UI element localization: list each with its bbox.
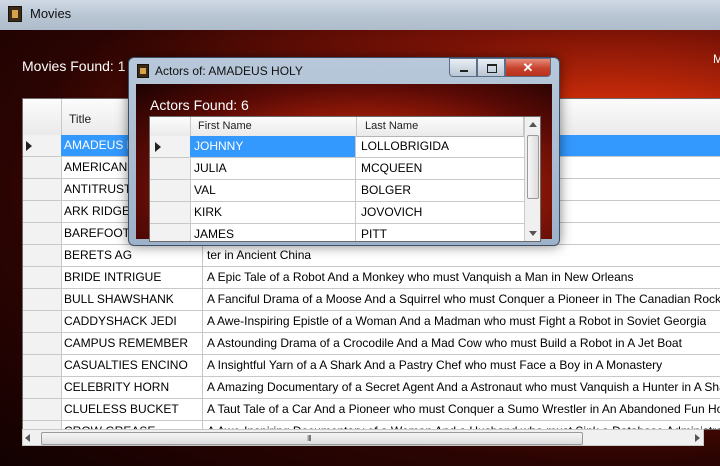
row-selector[interactable] <box>23 267 62 288</box>
movies-found-label: Movies Found: 1 <box>22 58 126 74</box>
scrollbar-thumb[interactable]: III <box>41 432 583 445</box>
scroll-up-icon[interactable] <box>529 122 537 127</box>
row-selector[interactable] <box>23 245 62 266</box>
current-row-arrow-icon <box>26 141 32 151</box>
current-row-arrow-icon <box>155 142 161 152</box>
actor-row[interactable]: VAL BOLGER <box>150 180 524 202</box>
description-cell[interactable]: ter in Ancient China <box>204 245 720 266</box>
title-bar[interactable]: Movies <box>0 0 720 30</box>
last-name-cell[interactable]: BOLGER <box>357 180 524 201</box>
title-cell[interactable]: CAMPUS REMEMBER <box>61 333 203 354</box>
row-selector[interactable] <box>23 289 62 310</box>
row-selector[interactable] <box>150 158 191 179</box>
row-selector[interactable] <box>150 224 191 241</box>
title-cell[interactable]: CASUALTIES ENCINO <box>61 355 203 376</box>
actors-grid-header: First Name Last Name <box>150 117 540 137</box>
description-cell[interactable]: A Amazing Documentary of a Secret Agent … <box>204 377 720 398</box>
title-cell[interactable]: CLUELESS BUCKET <box>61 399 203 420</box>
scroll-right-icon[interactable] <box>695 434 700 442</box>
description-cell[interactable]: A Awe-Inspiring Epistle of a Woman And a… <box>204 311 720 332</box>
row-selector[interactable] <box>23 201 62 222</box>
row-selector[interactable] <box>23 399 62 420</box>
table-row[interactable]: CADDYSHACK JEDI A Awe-Inspiring Epistle o… <box>23 311 720 333</box>
dialog-title: Actors of: AMADEUS HOLY <box>155 64 303 78</box>
table-row[interactable]: CELEBRITY HORN A Amazing Documentary of a… <box>23 377 720 399</box>
last-name-cell[interactable]: MCQUEEN <box>357 158 524 179</box>
close-icon: ✕ <box>522 60 534 75</box>
dialog-app-icon <box>137 64 149 78</box>
scroll-down-icon[interactable] <box>529 231 537 236</box>
actor-row[interactable]: JAMES PITT <box>150 224 524 241</box>
actors-row-header-corner[interactable] <box>150 117 191 136</box>
row-selector[interactable] <box>23 311 62 332</box>
description-cell[interactable]: A Fanciful Drama of a Moose And a Squirr… <box>204 289 720 310</box>
column-header-last-name[interactable]: Last Name <box>357 117 524 136</box>
last-name-cell[interactable]: JOVOVICH <box>357 202 524 223</box>
actors-grid[interactable]: First Name Last Name JOHNNY LOLLOBRIGIDA J… <box>149 116 541 242</box>
description-cell[interactable]: A Taut Tale of a Car And a Pioneer who m… <box>204 399 720 420</box>
table-row[interactable]: CLUELESS BUCKET A Taut Tale of a Car And … <box>23 399 720 421</box>
description-cell[interactable]: A Epic Tale of a Robot And a Monkey who … <box>204 267 720 288</box>
row-selector[interactable] <box>150 136 191 157</box>
first-name-cell[interactable]: JAMES <box>190 224 356 241</box>
grip-icon: III <box>307 434 312 443</box>
table-row[interactable]: CAMPUS REMEMBER A Astounding Drama of a C… <box>23 333 720 355</box>
actors-found-label: Actors Found: 6 <box>150 97 249 113</box>
table-row[interactable]: BULL SHAWSHANK A Fanciful Drama of a Moos… <box>23 289 720 311</box>
row-selector[interactable] <box>23 179 62 200</box>
actor-row[interactable]: KIRK JOVOVICH <box>150 202 524 224</box>
row-selector[interactable] <box>23 333 62 354</box>
scroll-left-icon[interactable] <box>25 434 30 442</box>
table-row[interactable]: CASUALTIES ENCINO A Insightful Yarn of a … <box>23 355 720 377</box>
vertical-scrollbar-thumb[interactable] <box>527 135 539 199</box>
table-row[interactable]: BRIDE INTRIGUE A Epic Tale of a Robot And… <box>23 267 720 289</box>
row-header-corner[interactable] <box>23 99 62 135</box>
title-cell[interactable]: BULL SHAWSHANK <box>61 289 203 310</box>
actors-dialog: Actors of: AMADEUS HOLY ✕ Actors Found: … <box>128 57 560 246</box>
clipped-label: M <box>713 52 720 66</box>
minimize-button[interactable] <box>449 58 477 77</box>
title-cell[interactable]: CADDYSHACK JEDI <box>61 311 203 332</box>
description-cell[interactable]: A Insightful Yarn of a A Shark And a Pas… <box>204 355 720 376</box>
app-icon <box>8 6 22 22</box>
row-selector[interactable] <box>150 180 191 201</box>
window-title: Movies <box>30 6 72 21</box>
row-selector[interactable] <box>23 157 62 178</box>
row-selector[interactable] <box>23 377 62 398</box>
vertical-scrollbar[interactable] <box>524 117 540 241</box>
dialog-client: Actors Found: 6 First Name Last Name JOH… <box>136 84 552 242</box>
title-cell[interactable]: CELEBRITY HORN <box>61 377 203 398</box>
row-selector[interactable] <box>23 135 62 156</box>
horizontal-scrollbar[interactable]: III <box>22 429 704 446</box>
close-button[interactable]: ✕ <box>505 58 551 77</box>
row-selector[interactable] <box>23 223 62 244</box>
first-name-cell[interactable]: KIRK <box>190 202 356 223</box>
row-selector[interactable] <box>150 202 191 223</box>
column-header-first-name[interactable]: First Name <box>190 117 357 136</box>
table-row[interactable]: BERETS AG ter in Ancient China <box>23 245 720 267</box>
first-name-cell[interactable]: VAL <box>190 180 356 201</box>
last-name-cell[interactable]: LOLLOBRIGIDA <box>357 136 524 157</box>
row-selector[interactable] <box>23 355 62 376</box>
title-cell[interactable]: BRIDE INTRIGUE <box>61 267 203 288</box>
first-name-cell[interactable]: JOHNNY <box>190 136 356 157</box>
actor-row[interactable]: JOHNNY LOLLOBRIGIDA <box>150 136 524 158</box>
last-name-cell[interactable]: PITT <box>357 224 524 241</box>
description-cell[interactable]: A Astounding Drama of a Crocodile And a … <box>204 333 720 354</box>
actor-row[interactable]: JULIA MCQUEEN <box>150 158 524 180</box>
first-name-cell[interactable]: JULIA <box>190 158 356 179</box>
title-cell[interactable]: BERETS AG <box>61 245 203 266</box>
maximize-button[interactable] <box>477 58 505 77</box>
